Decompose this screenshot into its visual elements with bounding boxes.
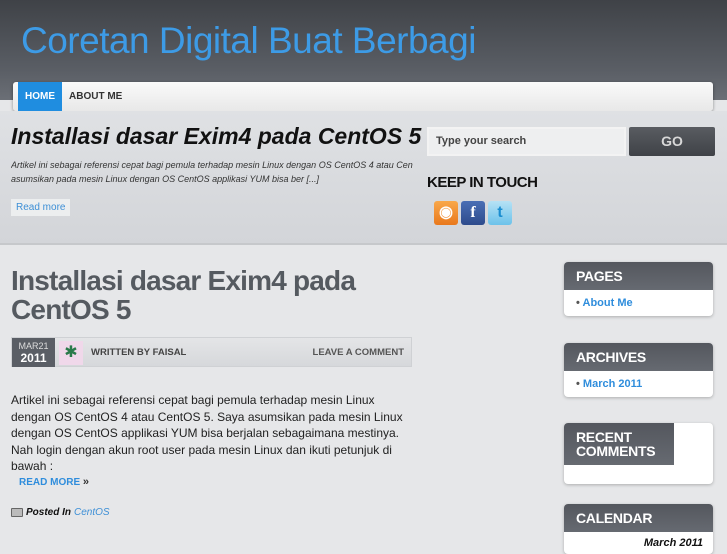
double-chevron-icon: » <box>82 476 90 488</box>
excerpt-line: Artikel ini sebagai referensi cepat bagi… <box>11 160 413 170</box>
search-go-button[interactable]: GO <box>629 127 715 156</box>
facebook-icon[interactable]: f <box>461 201 485 225</box>
post-title[interactable]: Installasi dasar Exim4 pada CentOS 5 <box>11 266 371 324</box>
featured-title[interactable]: Installasi dasar Exim4 pada CentOS 5 <box>11 123 421 150</box>
category-link[interactable]: CentOS <box>74 507 110 518</box>
posted-in: Posted In CentOS <box>11 507 110 518</box>
widget-recent-comments: RECENT COMMENTS <box>564 423 713 484</box>
widget-title: PAGES <box>564 262 713 290</box>
widget-calendar: CALENDAR March 2011 <box>564 504 713 554</box>
recent-comments-list <box>564 465 713 484</box>
read-more-link[interactable]: READ MORE » <box>19 476 89 488</box>
calendar-caption: March 2011 <box>643 537 703 549</box>
author-avatar: ✱ <box>59 341 83 365</box>
pages-about-me-link[interactable]: About Me <box>564 290 713 316</box>
widget-title: CALENDAR <box>564 504 713 532</box>
nav-home[interactable]: HOME <box>18 82 62 111</box>
archive-march-2011-link[interactable]: March 2011 <box>564 371 713 397</box>
post-meta-bar: MAR21 2011 ✱ WRITTEN BY FAISAL LEAVE A CO… <box>11 337 412 367</box>
folder-icon <box>11 508 23 517</box>
posted-in-label: Posted In <box>26 507 72 518</box>
featured-excerpt: Artikel ini sebagai referensi cepat bagi… <box>11 158 413 186</box>
leave-comment-link[interactable]: LEAVE A COMMENT <box>313 347 404 358</box>
twitter-icon[interactable]: t <box>488 201 512 225</box>
excerpt-line: asumsikan pada mesin Linux dengan OS Cen… <box>11 174 319 184</box>
keep-in-touch-heading: KEEP IN TOUCH <box>427 174 538 191</box>
written-by[interactable]: WRITTEN BY FAISAL <box>91 347 186 358</box>
rss-icon[interactable]: ◉ <box>434 201 458 225</box>
widget-pages: PAGES About Me <box>564 262 713 316</box>
date-year: 2011 <box>20 351 47 365</box>
post-body: Artikel ini sebagai referensi cepat bagi… <box>11 393 403 473</box>
post-date: MAR21 2011 <box>12 338 55 367</box>
site-title[interactable]: Coretan Digital Buat Berbagi <box>21 20 476 62</box>
read-more-label[interactable]: READ MORE <box>19 477 80 488</box>
nav-bar: HOME ABOUT ME <box>13 82 713 111</box>
date-month: MAR21 <box>18 341 49 351</box>
widget-archives: ARCHIVES March 2011 <box>564 343 713 397</box>
nav-about-me[interactable]: ABOUT ME <box>62 82 129 111</box>
featured-read-more[interactable]: Read more <box>11 199 71 216</box>
widget-title: ARCHIVES <box>564 343 713 371</box>
search-input[interactable]: Type your search <box>427 127 626 156</box>
widget-title: RECENT COMMENTS <box>564 423 674 465</box>
